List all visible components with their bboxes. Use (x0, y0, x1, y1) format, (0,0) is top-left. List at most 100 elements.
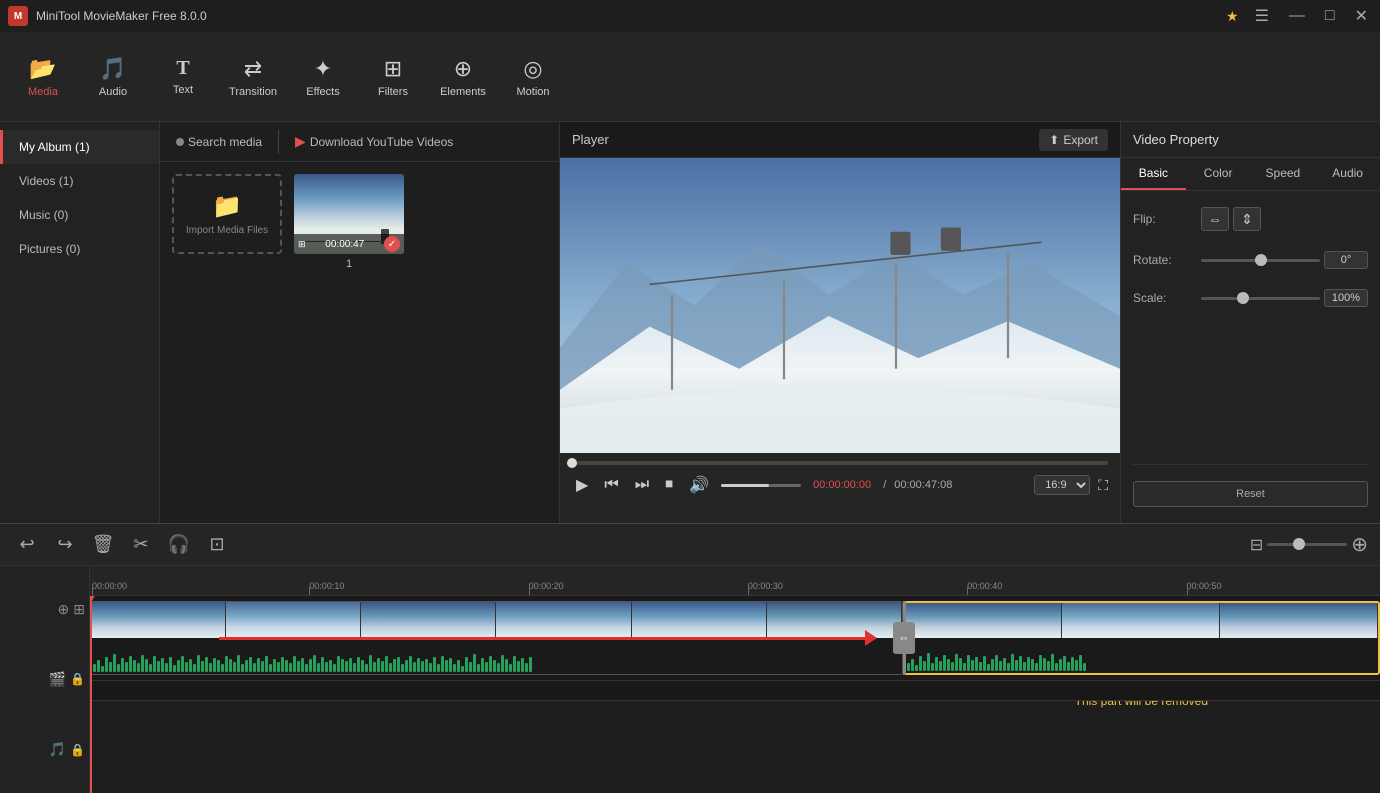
toolbar-filters-label: Filters (378, 86, 408, 98)
toolbar-filters[interactable]: ⊞ Filters (358, 37, 428, 117)
flip-controls: ⇔ ⇕ (1201, 207, 1368, 231)
add-audio-track-icon[interactable]: ⊞ (73, 601, 85, 618)
media-duration: 00:00:47 (325, 239, 364, 250)
rotate-value[interactable] (1324, 251, 1368, 269)
video-clip-right[interactable] (903, 601, 1380, 675)
media-item[interactable]: ⊞ 00:00:47 ✓ 1 (294, 174, 404, 270)
toolbar-audio[interactable]: 🎵 Audio (78, 37, 148, 117)
redo-button[interactable]: ↪ (50, 530, 80, 560)
sidebar-item-my-album[interactable]: My Album (1) (0, 130, 159, 164)
volume-slider[interactable] (721, 484, 801, 487)
tl-side-audio-row: 🎵 🔒 (4, 730, 85, 770)
add-video-track-icon[interactable]: ⊕ (58, 601, 70, 618)
volume-fill (721, 484, 769, 487)
media-toolbar: Search media ▶ Download YouTube Videos (160, 122, 559, 162)
progress-bar[interactable] (572, 461, 1108, 465)
play-button[interactable]: ▶ (572, 473, 592, 497)
split-marker[interactable]: ⇔ (903, 601, 906, 675)
tl-side-video-row: 🎬 🔒 (4, 659, 85, 699)
thumb-cell (91, 602, 226, 638)
export-button[interactable]: ⬆ Export (1039, 129, 1108, 151)
toolbar-text[interactable]: T Text (148, 37, 218, 117)
toolbar-motion[interactable]: ◎ Motion (498, 37, 568, 117)
delete-clip-button[interactable]: 🗑 (88, 530, 118, 560)
toolbar-motion-label: Motion (516, 86, 549, 98)
flip-row: Flip: ⇔ ⇕ (1133, 207, 1368, 231)
scale-value[interactable] (1324, 289, 1368, 307)
scale-slider[interactable] (1201, 297, 1320, 300)
youtube-label: Download YouTube Videos (310, 135, 453, 149)
tl-side-add-row: ⊕ ⊞ (4, 589, 85, 629)
next-button[interactable]: ⏭ (631, 474, 653, 496)
sidebar: My Album (1) Videos (1) Music (0) Pictur… (0, 122, 160, 523)
app-icon: M (8, 6, 28, 26)
prop-tab-color[interactable]: Color (1186, 158, 1251, 190)
progress-handle[interactable] (567, 458, 577, 468)
video-lock-icon[interactable]: 🔒 (70, 672, 85, 686)
aspect-ratio-select[interactable]: 16:9 4:3 1:1 (1034, 475, 1090, 495)
minimize-button[interactable]: — (1285, 7, 1309, 25)
sidebar-item-videos[interactable]: Videos (1) (0, 164, 159, 198)
audio-lock-icon[interactable]: 🔒 (70, 743, 85, 757)
toolbar-effects[interactable]: ✦ Effects (288, 37, 358, 117)
search-media-label: Search media (188, 135, 262, 149)
maximize-button[interactable]: □ (1321, 7, 1339, 25)
flip-vertical-button[interactable]: ⇕ (1233, 207, 1261, 231)
toolbar-transition[interactable]: ⇄ Transition (218, 37, 288, 117)
ruler-line-30 (748, 587, 749, 595)
toolbar-media[interactable]: 📂 Media (8, 37, 78, 117)
rotate-row: Rotate: (1133, 251, 1368, 269)
crop-button[interactable]: ⊡ (202, 530, 232, 560)
timeline: ↩ ↪ 🗑 ✂ 🎧 ⊡ ⊟ ⊕ ⊕ ⊞ 🎬 🔒 🎵 (0, 523, 1380, 793)
prop-tab-speed[interactable]: Speed (1251, 158, 1316, 190)
playhead[interactable] (90, 596, 92, 793)
fullscreen-button[interactable]: ⛶ (1098, 477, 1108, 494)
time-current: 00:00:00:00 (813, 479, 871, 491)
ruler-mark-0: 00:00:00 (92, 581, 127, 591)
stop-button[interactable]: ⏹ (661, 474, 677, 496)
zoom-out-button[interactable]: ⊟ (1250, 535, 1263, 555)
toolbar-elements-label: Elements (440, 86, 486, 98)
ruler-mark-10: 00:00:10 (309, 581, 344, 591)
split-arrow (219, 630, 877, 646)
prop-tab-audio[interactable]: Audio (1315, 158, 1380, 190)
audio-track-icon: 🎵 (49, 741, 66, 758)
split-handle[interactable]: ⇔ (893, 622, 915, 654)
filters-icon: ⊞ (384, 56, 402, 82)
main-area: My Album (1) Videos (1) Music (0) Pictur… (0, 122, 1380, 523)
menu-button[interactable]: ☰ (1251, 6, 1273, 26)
sidebar-item-music[interactable]: Music (0) (0, 198, 159, 232)
zoom-handle[interactable] (1293, 538, 1305, 550)
close-button[interactable]: ✕ (1351, 6, 1372, 26)
video-track-icon: 🎬 (49, 671, 66, 688)
zoom-in-button[interactable]: ⊕ (1351, 532, 1368, 557)
prop-tab-basic[interactable]: Basic (1121, 158, 1186, 190)
sidebar-item-pictures[interactable]: Pictures (0) (0, 232, 159, 266)
scale-handle[interactable] (1237, 292, 1249, 304)
prev-button[interactable]: ⏮ (600, 474, 622, 496)
search-media-button[interactable]: Search media (168, 131, 270, 153)
youtube-download-button[interactable]: ▶ Download YouTube Videos (287, 129, 461, 154)
reset-button[interactable]: Reset (1133, 481, 1368, 507)
rotate-slider[interactable] (1201, 259, 1320, 262)
import-media-box[interactable]: 📁 Import Media Files (172, 174, 282, 254)
zoom-slider[interactable] (1267, 543, 1347, 546)
toolbar-media-label: Media (28, 86, 58, 98)
video-track: 1 (90, 596, 1380, 681)
cut-button[interactable]: ✂ (126, 530, 156, 560)
media-item-label: 1 (294, 258, 404, 270)
undo-button[interactable]: ↩ (12, 530, 42, 560)
text-icon: T (176, 57, 189, 80)
mute-button[interactable]: 🔊 (685, 473, 713, 497)
audio-detach-button[interactable]: 🎧 (164, 530, 194, 560)
rotate-handle[interactable] (1255, 254, 1267, 266)
toolbar-effects-label: Effects (306, 86, 339, 98)
arrow-line (219, 637, 865, 640)
timeline-body: ⊕ ⊞ 🎬 🔒 🎵 🔒 00:00:00 00:00:10 00:00:20 (0, 566, 1380, 793)
toolbar-elements[interactable]: ⊕ Elements (428, 37, 498, 117)
flip-horizontal-button[interactable]: ⇔ (1201, 207, 1229, 231)
media-thumb-overlay: ⊞ 00:00:47 ✓ (294, 234, 404, 254)
toolbar-text-label: Text (173, 84, 193, 96)
app-title: MiniTool MovieMaker Free 8.0.0 (36, 9, 1226, 23)
prop-title: Video Property (1133, 132, 1219, 147)
